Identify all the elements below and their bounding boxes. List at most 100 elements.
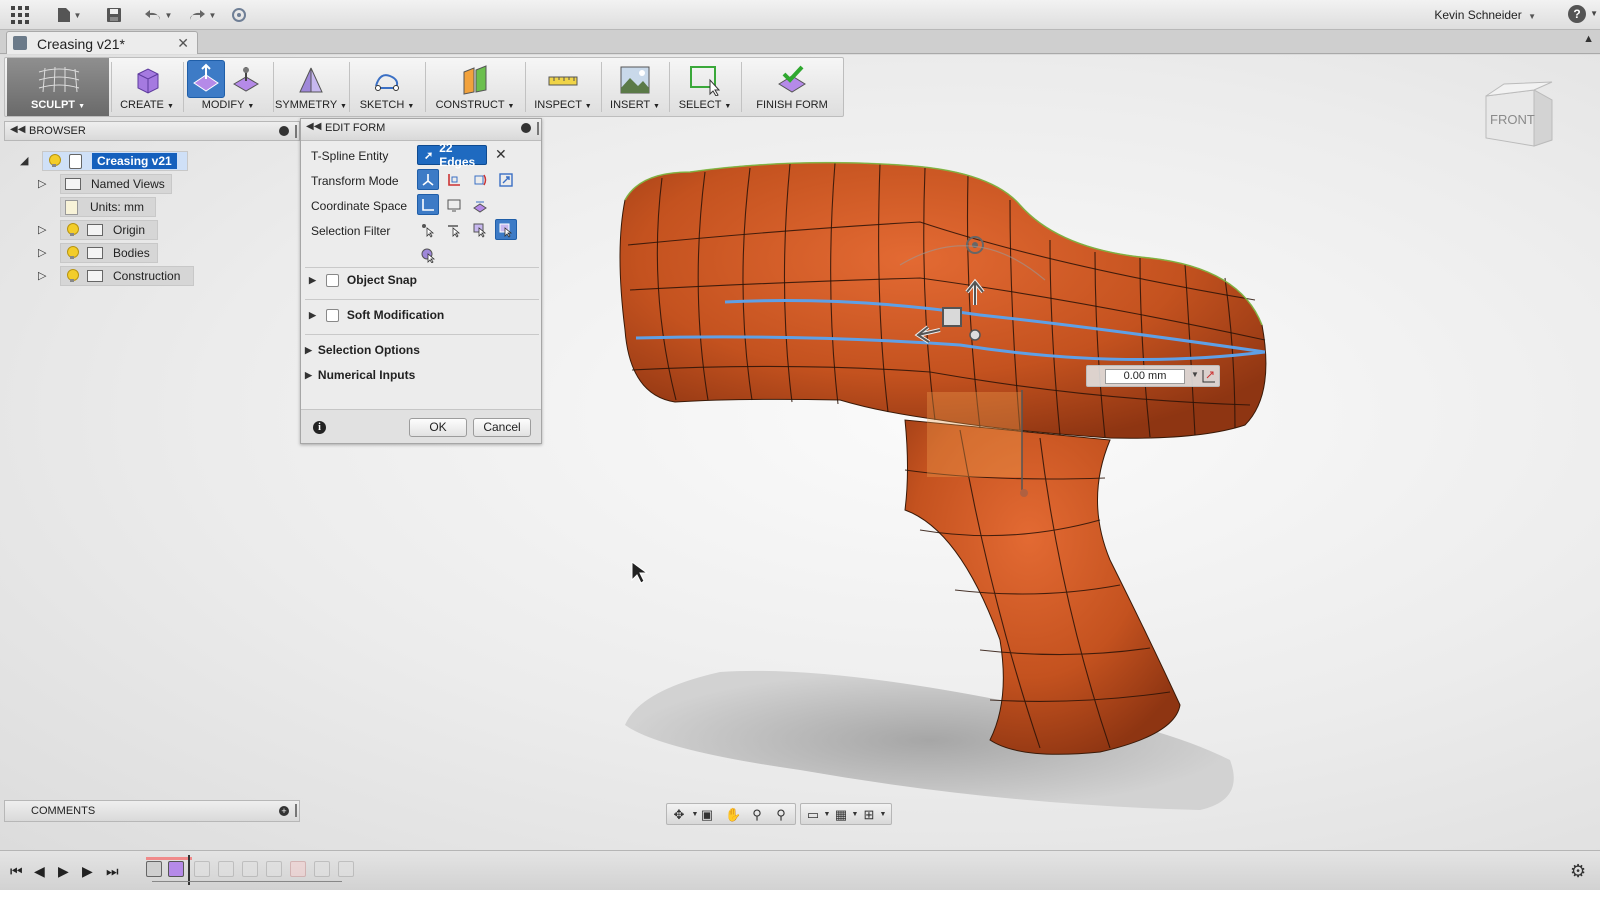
timeline-feature-form-icon[interactable] [168, 861, 184, 877]
collapse-panel-icon[interactable]: ◀◀ [10, 124, 25, 135]
distance-dropdown-icon[interactable]: ▼ [1191, 370, 1199, 379]
view-cube[interactable]: FRONT [1478, 78, 1562, 148]
object-snap-checkbox[interactable] [325, 273, 339, 287]
step-back-icon[interactable]: ◀ [34, 863, 45, 880]
create-menu-button[interactable]: CREATE ▼ [113, 58, 181, 116]
go-to-end-icon[interactable]: ⏭ [106, 863, 119, 880]
symmetry-menu-button[interactable]: SYMMETRY ▼ [275, 58, 347, 116]
info-icon[interactable]: i [313, 421, 326, 434]
transform-rotate-icon[interactable] [469, 169, 491, 190]
help-menu-caret-icon[interactable]: ▼ [1590, 9, 1598, 18]
finish-form-button[interactable]: FINISH FORM [743, 58, 841, 116]
numerical-inputs-expander[interactable]: ▶ Numerical Inputs [305, 368, 415, 382]
cancel-button[interactable]: Cancel [473, 418, 531, 437]
panel-grip-icon[interactable] [295, 125, 297, 138]
app-grid-icon[interactable] [10, 5, 30, 25]
filter-all-icon[interactable] [495, 219, 517, 240]
construct-menu-button[interactable]: CONSTRUCT ▼ [427, 58, 523, 116]
pan-hand-icon[interactable]: ✋ [725, 807, 741, 822]
timeline-feature-move-icon[interactable] [218, 861, 234, 877]
manipulator-options-icon[interactable] [1201, 368, 1217, 384]
inspect-menu-button[interactable]: INSPECT ▼ [527, 58, 599, 116]
tree-root-node[interactable]: Creasing v21 [42, 151, 188, 171]
sketch-menu-button[interactable]: SKETCH ▼ [351, 58, 423, 116]
viewports-dropdown-icon[interactable]: ▼ [875, 807, 891, 822]
collapsed-triangle-icon[interactable]: ▷ [38, 223, 46, 236]
orbit-icon[interactable]: ✥ [671, 807, 687, 822]
selection-options-expander[interactable]: ▶ Selection Options [305, 343, 420, 357]
add-comment-icon[interactable]: + [279, 806, 289, 816]
workspace-sculpt-button[interactable]: SCULPT ▼ [7, 58, 109, 116]
dialog-minimize-icon[interactable] [521, 123, 531, 133]
tree-root-row[interactable]: ◢ Creasing v21 [20, 151, 220, 171]
timeline-feature-suppressed-icon[interactable] [194, 861, 210, 877]
comments-panel[interactable]: COMMENTS + [4, 800, 300, 822]
collapsed-triangle-icon[interactable]: ▷ [38, 269, 46, 282]
dialog-header[interactable]: ◀◀ EDIT FORM [301, 119, 541, 141]
object-snap-expander[interactable]: ▶ Object Snap [309, 273, 417, 287]
visibility-bulb-icon[interactable] [47, 154, 61, 168]
tree-node-units[interactable]: Units: mm [60, 197, 156, 217]
browser-panel-header[interactable]: ◀◀ BROWSER [4, 121, 300, 141]
play-icon[interactable]: ▶ [58, 863, 69, 880]
document-tab-strip: Creasing v21* ✕ [0, 30, 1616, 54]
timeline-feature-component-icon[interactable] [146, 861, 162, 877]
coordinate-view-icon[interactable] [443, 194, 465, 215]
filter-body-icon[interactable] [417, 244, 439, 265]
panel-minimize-icon[interactable] [279, 126, 289, 136]
go-to-start-icon[interactable]: ⏮ [10, 863, 23, 880]
transform-translate-icon[interactable] [443, 169, 465, 190]
data-panel-icon[interactable] [230, 5, 248, 25]
coordinate-local-icon[interactable] [469, 194, 491, 215]
transform-scale-icon[interactable] [495, 169, 517, 190]
collapse-ribbon-icon[interactable]: ▲ [1583, 33, 1594, 45]
filter-edge-icon[interactable] [443, 219, 465, 240]
timeline-feature-form2-icon[interactable] [314, 861, 330, 877]
3d-viewport[interactable] [0, 55, 1600, 850]
visibility-bulb-icon[interactable] [65, 246, 79, 260]
select-menu-button[interactable]: SELECT ▼ [671, 58, 739, 116]
tree-node-named-views[interactable]: Named Views [60, 174, 172, 194]
insert-menu-button[interactable]: INSERT ▼ [603, 58, 667, 116]
file-menu-icon[interactable]: ▼ [54, 5, 84, 25]
zoom-icon[interactable]: ⚲ [749, 807, 765, 822]
redo-icon[interactable]: ▼ [186, 5, 218, 25]
tspline-selection-button[interactable]: ➚ 22 Edges [417, 141, 487, 169]
filter-face-icon[interactable] [469, 219, 491, 240]
dialog-grip-icon[interactable] [537, 122, 539, 135]
close-tab-icon[interactable]: ✕ [177, 35, 189, 52]
document-tab[interactable]: Creasing v21* ✕ [6, 31, 198, 54]
coordinate-world-icon[interactable] [417, 194, 439, 215]
filter-vertex-icon[interactable] [417, 219, 439, 240]
collapsed-triangle-icon[interactable]: ▷ [38, 177, 46, 190]
timeline-feature-delete-icon[interactable] [290, 861, 306, 877]
timeline-settings-gear-icon[interactable]: ⚙ [1570, 861, 1586, 882]
soft-modification-expander[interactable]: ▶ Soft Modification [309, 308, 444, 322]
transform-multi-icon[interactable] [417, 169, 439, 190]
timeline-feature-body-icon[interactable] [338, 861, 354, 877]
help-icon[interactable]: ? [1568, 5, 1586, 23]
user-menu[interactable]: Kevin Schneider ▼ [1434, 8, 1536, 22]
undo-icon[interactable]: ▼ [142, 5, 174, 25]
comments-grip-icon[interactable] [295, 804, 297, 817]
tree-node-bodies[interactable]: Bodies [60, 243, 158, 263]
model-canvas[interactable] [0, 55, 1600, 850]
visibility-bulb-icon[interactable] [65, 223, 79, 237]
ok-button[interactable]: OK [409, 418, 467, 437]
tree-node-construction[interactable]: Construction [60, 266, 194, 286]
modify-menu-button[interactable]: MODIFY ▼ [185, 58, 271, 116]
expanded-triangle-icon[interactable]: ◢ [20, 154, 28, 167]
tree-node-origin[interactable]: Origin [60, 220, 158, 240]
timeline-feature-plane-icon[interactable] [266, 861, 282, 877]
fit-icon[interactable]: ⚲ [773, 807, 789, 822]
look-at-icon[interactable]: ▣ [699, 807, 715, 822]
collapsed-triangle-icon[interactable]: ▷ [38, 246, 46, 259]
save-icon[interactable] [104, 5, 124, 25]
timeline-feature-sketch-icon[interactable] [242, 861, 258, 877]
clear-selection-icon[interactable]: ✕ [495, 146, 507, 163]
soft-modification-checkbox[interactable] [325, 308, 339, 322]
distance-input[interactable]: 0.00 mm [1105, 369, 1185, 384]
visibility-bulb-icon[interactable] [65, 269, 79, 283]
collapse-dialog-icon[interactable]: ◀◀ [306, 121, 321, 132]
step-forward-icon[interactable]: ▶ [82, 863, 93, 880]
